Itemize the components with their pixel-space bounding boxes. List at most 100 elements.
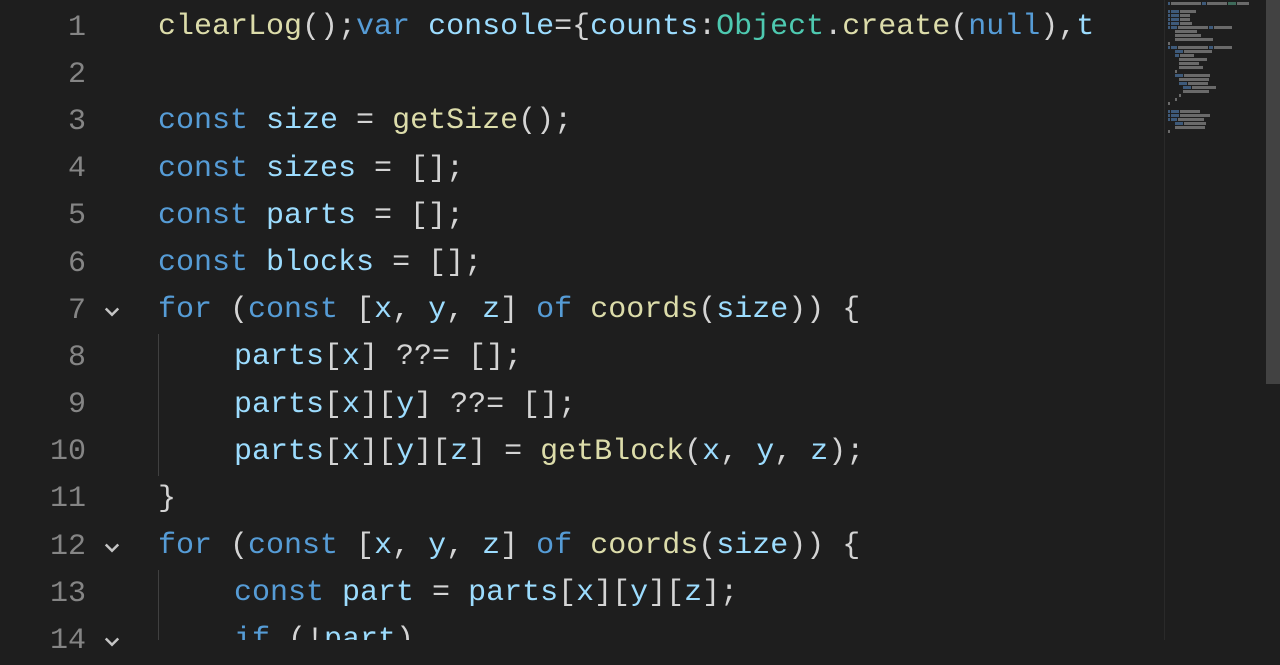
minimap-line: [1168, 94, 1277, 97]
line-number: 8: [0, 341, 96, 375]
minimap-line: [1168, 102, 1277, 105]
line-number: 10: [0, 435, 96, 469]
minimap-line: [1168, 50, 1277, 53]
gutter: 1234567891011121314: [0, 0, 128, 640]
gutter-row: 12: [0, 523, 128, 570]
code-editor[interactable]: 1234567891011121314 clearLog();var conso…: [0, 0, 1280, 640]
vertical-scrollbar[interactable]: [1266, 0, 1280, 640]
code-text: }: [158, 482, 176, 516]
code-text: parts[x][y][z] = getBlock(x, y, z);: [158, 435, 864, 469]
minimap-line: [1168, 38, 1277, 41]
minimap-line: [1168, 98, 1277, 101]
code-line[interactable]: for (const [x, y, z] of coords(size)) {: [158, 523, 1164, 570]
minimap-line: [1168, 2, 1277, 5]
minimap-line: [1168, 66, 1277, 69]
gutter-row: 4: [0, 146, 128, 193]
scroll-thumb[interactable]: [1266, 0, 1280, 384]
code-line[interactable]: }: [158, 476, 1164, 523]
code-line[interactable]: const size = getSize();: [158, 98, 1164, 145]
code-text: clearLog();var console={counts:Object.cr…: [158, 10, 1094, 44]
minimap-line: [1168, 74, 1277, 77]
code-line[interactable]: if (!part): [158, 617, 1164, 640]
code-line[interactable]: [158, 51, 1164, 98]
line-number: 3: [0, 105, 96, 139]
indent-guide: [158, 617, 159, 640]
gutter-row: 3: [0, 98, 128, 145]
minimap-line: [1168, 86, 1277, 89]
minimap-line: [1168, 34, 1277, 37]
line-number: 11: [0, 482, 96, 516]
indent-guide: [158, 382, 159, 429]
code-line[interactable]: parts[x] ??= [];: [158, 334, 1164, 381]
line-number: 5: [0, 199, 96, 233]
fold-toggle[interactable]: [96, 631, 128, 651]
minimap-line: [1168, 6, 1277, 9]
minimap-line: [1168, 62, 1277, 65]
minimap-line: [1168, 42, 1277, 45]
code-line[interactable]: parts[x][y] ??= [];: [158, 382, 1164, 429]
line-number: 12: [0, 530, 96, 564]
minimap-line: [1168, 14, 1277, 17]
minimap-line: [1168, 122, 1277, 125]
code-text: for (const [x, y, z] of coords(size)) {: [158, 293, 860, 327]
minimap-line: [1168, 30, 1277, 33]
gutter-row: 13: [0, 570, 128, 617]
indent-guide: [158, 429, 159, 476]
code-text: const size = getSize();: [158, 104, 572, 138]
line-number: 2: [0, 58, 96, 92]
fold-toggle[interactable]: [96, 537, 128, 557]
gutter-row: 11: [0, 476, 128, 523]
minimap[interactable]: [1164, 0, 1280, 640]
code-text: if (!part): [158, 623, 414, 640]
gutter-row: 1: [0, 4, 128, 51]
minimap-line: [1168, 10, 1277, 13]
minimap-line: [1168, 90, 1277, 93]
indent-guide: [158, 570, 159, 617]
gutter-row: 6: [0, 240, 128, 287]
code-line[interactable]: const parts = [];: [158, 193, 1164, 240]
code-text: const blocks = [];: [158, 246, 482, 280]
line-number: 4: [0, 152, 96, 186]
gutter-row: 14: [0, 617, 128, 664]
code-line[interactable]: const part = parts[x][y][z];: [158, 570, 1164, 617]
minimap-line: [1168, 118, 1277, 121]
code-line[interactable]: for (const [x, y, z] of coords(size)) {: [158, 287, 1164, 334]
gutter-row: 8: [0, 334, 128, 381]
minimap-line: [1168, 46, 1277, 49]
code-line[interactable]: parts[x][y][z] = getBlock(x, y, z);: [158, 429, 1164, 476]
minimap-line: [1168, 126, 1277, 129]
fold-toggle[interactable]: [96, 301, 128, 321]
line-number: 13: [0, 577, 96, 611]
minimap-line: [1168, 26, 1277, 29]
gutter-row: 2: [0, 51, 128, 98]
gutter-row: 10: [0, 429, 128, 476]
line-number: 7: [0, 294, 96, 328]
code-text: parts[x] ??= [];: [158, 340, 522, 374]
minimap-line: [1168, 82, 1277, 85]
minimap-line: [1168, 54, 1277, 57]
minimap-line: [1168, 58, 1277, 61]
minimap-line: [1168, 114, 1277, 117]
minimap-line: [1168, 106, 1277, 109]
minimap-line: [1168, 110, 1277, 113]
gutter-row: 5: [0, 193, 128, 240]
code-text: parts[x][y] ??= [];: [158, 388, 576, 422]
line-number: 1: [0, 11, 96, 45]
code-text: const part = parts[x][y][z];: [158, 576, 738, 610]
minimap-line: [1168, 22, 1277, 25]
indent-guide: [158, 334, 159, 381]
code-line[interactable]: clearLog();var console={counts:Object.cr…: [158, 4, 1164, 51]
minimap-line: [1168, 18, 1277, 21]
line-number: 6: [0, 247, 96, 281]
code-text: const parts = [];: [158, 199, 464, 233]
code-text: for (const [x, y, z] of coords(size)) {: [158, 529, 860, 563]
code-line[interactable]: const blocks = [];: [158, 240, 1164, 287]
code-area[interactable]: clearLog();var console={counts:Object.cr…: [128, 0, 1164, 640]
minimap-line: [1168, 70, 1277, 73]
minimap-line: [1168, 130, 1277, 133]
minimap-line: [1168, 78, 1277, 81]
code-line[interactable]: const sizes = [];: [158, 146, 1164, 193]
gutter-row: 7: [0, 287, 128, 334]
line-number: 14: [0, 624, 96, 658]
line-number: 9: [0, 388, 96, 422]
